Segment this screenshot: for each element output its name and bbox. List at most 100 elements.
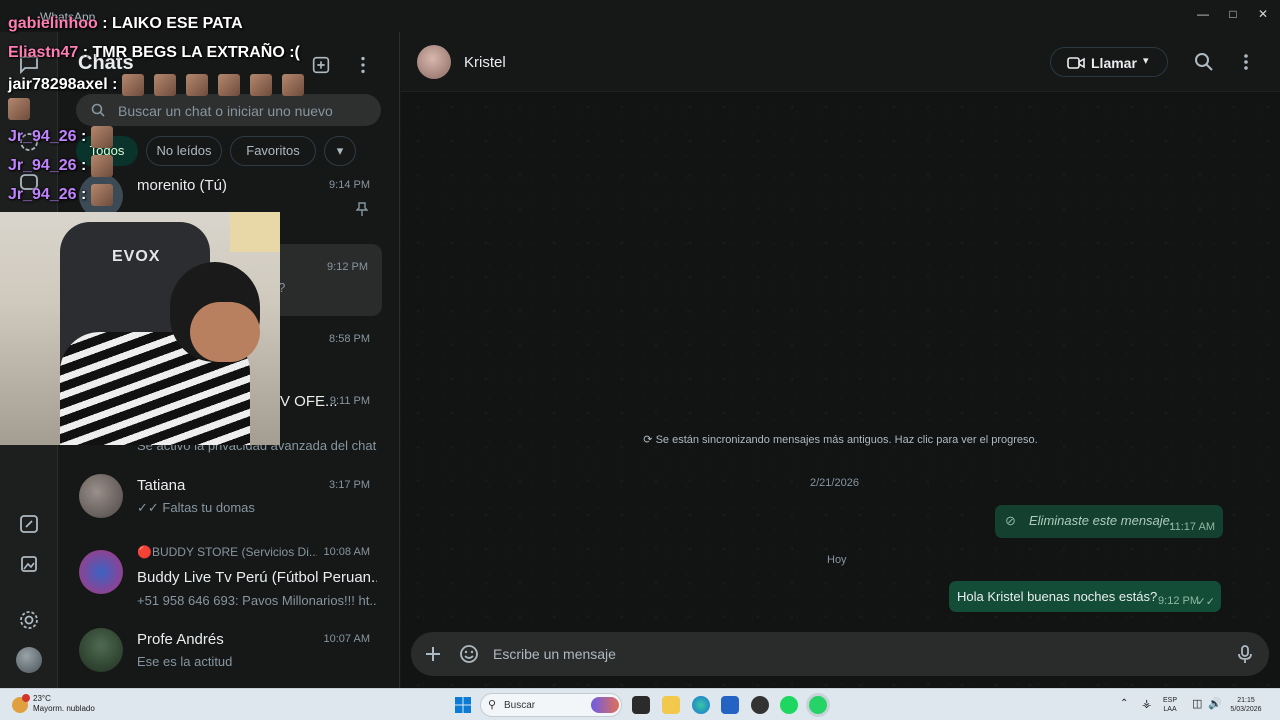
- edge-browser-icon[interactable]: [692, 696, 710, 714]
- overlay-chat-line: gabielinhoo : LAIKO ESE PATA: [8, 15, 243, 32]
- chat-time: 9:11 PM: [329, 395, 370, 407]
- emote-icon: [217, 74, 240, 96]
- chat-item-tatiana[interactable]: Tatiana 3:17 PM ✓✓ Faltas tu domas: [58, 462, 400, 534]
- search-icon[interactable]: [1194, 52, 1214, 72]
- avatar: [79, 474, 123, 518]
- emote-icon: [281, 74, 304, 96]
- overlay-chat-line: Eliastn47 : TMR BEGS LA EXTRAÑO :(: [8, 44, 300, 61]
- overlay-chat-line: Jr_94_26 :: [8, 126, 123, 148]
- attach-plus-icon[interactable]: [423, 644, 443, 664]
- language-layout: LAA: [1163, 706, 1177, 713]
- video-call-icon: [1067, 57, 1085, 69]
- close-button[interactable]: ✕: [1248, 4, 1278, 24]
- maximize-button[interactable]: □: [1218, 4, 1248, 24]
- store-icon[interactable]: [721, 696, 739, 714]
- contact-avatar[interactable]: [417, 45, 451, 79]
- chair-logo-text: EVOX: [112, 248, 161, 265]
- message-text: Hola Kristel buenas noches estás?: [957, 589, 1158, 604]
- language-code: ESP: [1163, 697, 1178, 704]
- emote-icon: [249, 74, 272, 96]
- profile-avatar[interactable]: [16, 647, 42, 673]
- emote-icon: [153, 74, 176, 96]
- weather-widget[interactable]: 23°C Mayorm. nublado: [33, 694, 95, 714]
- chat-name: Tatiana: [137, 477, 186, 494]
- message-time: 11:17 AM: [1169, 521, 1215, 533]
- microphone-tray-icon[interactable]: ⚶: [1142, 697, 1151, 710]
- sync-notice[interactable]: ⟳ Se están sincronizando mensajes más an…: [401, 433, 1280, 446]
- file-explorer-icon[interactable]: [662, 696, 680, 714]
- call-label: Llamar: [1091, 55, 1137, 71]
- conversation-header[interactable]: Kristel Llamar ▾: [401, 32, 1280, 92]
- outgoing-message[interactable]: Hola Kristel buenas noches estás? 9:12 P…: [949, 581, 1221, 612]
- microphone-icon[interactable]: [1235, 644, 1255, 664]
- chat-item-buddy[interactable]: 🔴BUDDY STORE (Servicios Di... 10:08 AM B…: [58, 536, 400, 614]
- clock-time: 21:15: [1237, 697, 1255, 704]
- emote-icon: [8, 98, 30, 120]
- whatsapp-taskbar-icon[interactable]: [809, 696, 827, 714]
- chat-name: Buddy Live Tv Perú (Fútbol Peruan...: [137, 569, 377, 586]
- search-highlight-icon: [591, 697, 619, 713]
- double-check-icon: ✓✓: [1196, 596, 1215, 608]
- notification-badge: [22, 694, 30, 702]
- avatar: [79, 550, 123, 594]
- emote-icon: [185, 74, 208, 96]
- settings-icon[interactable]: [17, 608, 41, 632]
- overlay-chat-line: jair78298axel :: [8, 74, 314, 96]
- community-name: 🔴BUDDY STORE (Servicios Di...: [137, 545, 317, 559]
- chat-username: gabielinhoo: [8, 15, 98, 32]
- stream-chat-overlay: gabielinhoo : LAIKO ESE PATA Eliastn47 :…: [0, 0, 420, 215]
- overlay-chat-line: Jr_94_26 :: [8, 184, 123, 206]
- chat-time: 10:07 AM: [323, 633, 370, 645]
- chat-preview: +51 958 646 693: Pavos Millonarios!!! ht…: [137, 593, 377, 608]
- overlay-chat-line: Jr_94_26 :: [8, 155, 123, 177]
- chat-time: 10:08 AM: [323, 546, 370, 558]
- webcam-overlay: EVOX: [0, 212, 280, 445]
- network-icon[interactable]: ◫: [1192, 697, 1202, 710]
- obs-icon[interactable]: [751, 696, 769, 714]
- chat-preview: Ese es la actitud: [137, 654, 233, 669]
- tray-overflow-icon[interactable]: ⌃: [1120, 698, 1128, 709]
- date-divider: 2/21/2026: [810, 477, 859, 489]
- chat-item-profe[interactable]: Profe Andrés 10:07 AM Ese es la actitud: [58, 616, 400, 688]
- background-toys: [230, 212, 280, 252]
- chat-time: 8:58 PM: [329, 333, 370, 345]
- weather-desc: Mayorm. nublado: [33, 704, 95, 713]
- deleted-icon: ⊘: [1005, 513, 1016, 528]
- emote-icon: [90, 155, 113, 177]
- person-hand: [190, 302, 260, 362]
- contact-name[interactable]: Kristel: [464, 54, 506, 71]
- clock[interactable]: 21:15 5/03/2026: [1228, 696, 1264, 714]
- overlay-chat-line: [8, 98, 40, 120]
- call-button[interactable]: Llamar ▾: [1050, 47, 1168, 77]
- chat-username: Eliastn47: [8, 44, 79, 61]
- chat-name: Profe Andrés: [137, 631, 224, 648]
- windows-start-icon[interactable]: [455, 697, 471, 713]
- message-composer: Escribe un mensaje: [411, 632, 1269, 676]
- emoji-sticker-icon[interactable]: [459, 644, 479, 664]
- starred-icon[interactable]: [17, 512, 41, 536]
- emote-icon: [121, 74, 144, 96]
- language-indicator[interactable]: ESP LAA: [1163, 696, 1177, 714]
- weather-temp: 23°C: [33, 694, 51, 703]
- chat-username: Jr_94_26: [8, 157, 77, 175]
- chat-username: jair78298axel: [8, 76, 108, 94]
- menu-kebab-icon[interactable]: [1236, 52, 1256, 72]
- search-icon: ⚲: [488, 699, 497, 711]
- volume-icon[interactable]: 🔊: [1208, 697, 1222, 710]
- date-divider: Hoy: [827, 554, 847, 566]
- message-input[interactable]: Escribe un mensaje: [493, 646, 616, 662]
- deleted-message[interactable]: ⊘ Eliminaste este mensaje. 11:17 AM: [995, 505, 1223, 538]
- taskbar-search-label: Buscar: [504, 700, 536, 711]
- task-view-icon[interactable]: [632, 696, 650, 714]
- chat-username: Jr_94_26: [8, 128, 77, 146]
- taskbar-search[interactable]: ⚲ Buscar: [480, 693, 622, 717]
- deleted-text: Eliminaste este mensaje.: [1029, 513, 1174, 528]
- spotify-icon[interactable]: [780, 696, 798, 714]
- chevron-down-icon: ▾: [1143, 55, 1149, 67]
- media-icon[interactable]: [17, 552, 41, 576]
- chat-text: TMR BEGS LA EXTRAÑO :(: [92, 44, 300, 61]
- conversation-panel: Kristel Llamar ▾ ⟳ Se están sincronizand…: [401, 32, 1280, 688]
- minimize-button[interactable]: —: [1188, 4, 1218, 24]
- sync-icon: ⟳: [643, 434, 656, 446]
- avatar: [79, 628, 123, 672]
